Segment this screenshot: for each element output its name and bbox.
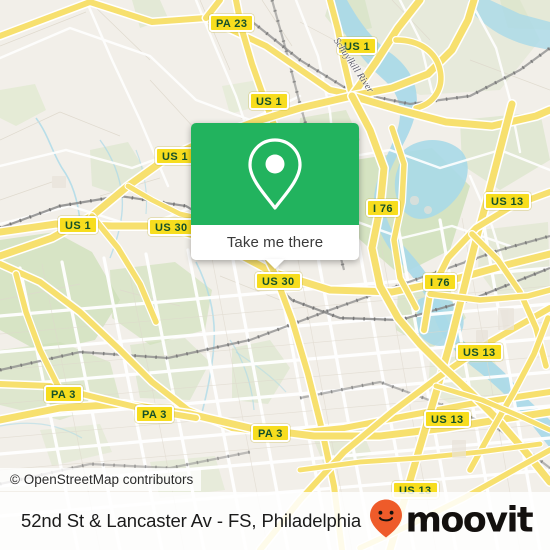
moovit-logo[interactable]: moovit: [369, 499, 534, 544]
road-shield: US 30: [148, 218, 195, 236]
road-shield: I 76: [366, 199, 400, 217]
popup-icon-area: [191, 123, 359, 225]
take-me-there-button[interactable]: Take me there: [191, 225, 359, 260]
road-shield: US 1: [249, 92, 290, 110]
moovit-pin-icon: [369, 499, 403, 544]
map-screenshot: .bg{fill:#f2efe9} .park{fill:#cde0b8} .p…: [0, 0, 550, 550]
road-shield: I 76: [423, 273, 457, 291]
osm-attribution[interactable]: © OpenStreetMap contributors: [0, 468, 202, 491]
popup-tail: [265, 259, 285, 269]
road-shield: PA 3: [44, 385, 83, 403]
road-shield: US 30: [255, 272, 302, 290]
destination-popup-card[interactable]: Take me there: [191, 123, 359, 269]
moovit-wordmark: moovit: [405, 500, 533, 541]
location-title: 52nd St & Lancaster Av - FS, Philadelphi…: [21, 510, 362, 531]
road-shield: US 1: [58, 216, 99, 234]
location-pin-icon: [244, 136, 306, 212]
road-shield: PA 3: [135, 405, 174, 423]
road-shield: PA 3: [251, 424, 290, 442]
road-shield: US 13: [424, 410, 471, 428]
footer-bar: 52nd St & Lancaster Av - FS, Philadelphi…: [0, 492, 550, 550]
road-shield: US 13: [456, 343, 503, 361]
take-me-there-label: Take me there: [226, 234, 324, 251]
road-shield: US 1: [155, 147, 196, 165]
road-shield: PA 23: [209, 14, 255, 32]
road-shield: US 13: [484, 192, 531, 210]
